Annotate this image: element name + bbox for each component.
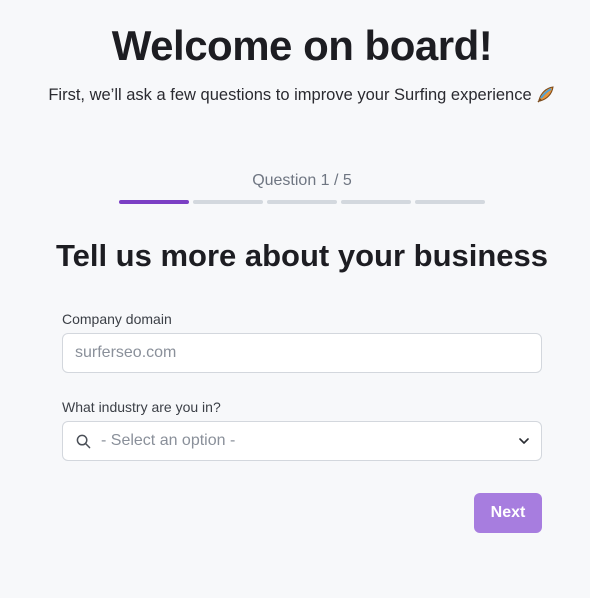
search-icon [76, 434, 91, 449]
company-domain-label: Company domain [62, 311, 172, 327]
progress-segment-1 [119, 200, 189, 204]
progress-segment-2 [193, 200, 263, 204]
progress-segment-5 [415, 200, 485, 204]
page-title: Welcome on board! [111, 22, 493, 69]
chevron-down-icon [519, 438, 529, 444]
industry-label: What industry are you in? [62, 399, 221, 415]
progress-bar [119, 200, 485, 204]
form-heading: Tell us more about your business [55, 238, 549, 273]
industry-placeholder: - Select an option - [101, 432, 236, 449]
subtitle-text: First, we’ll ask a few questions to impr… [48, 86, 532, 104]
company-domain-placeholder: surferseo.com [75, 344, 177, 361]
progress-segment-3 [267, 200, 337, 204]
industry-select[interactable]: - Select an option - [62, 421, 542, 461]
progress-segment-4 [341, 200, 411, 204]
company-domain-input[interactable]: surferseo.com [62, 333, 542, 373]
next-button[interactable]: Next [474, 493, 542, 533]
surfboard-icon [536, 84, 556, 104]
question-counter: Question 1 / 5 [252, 172, 352, 189]
page-subtitle: First, we’ll ask a few questions to impr… [0, 84, 590, 105]
